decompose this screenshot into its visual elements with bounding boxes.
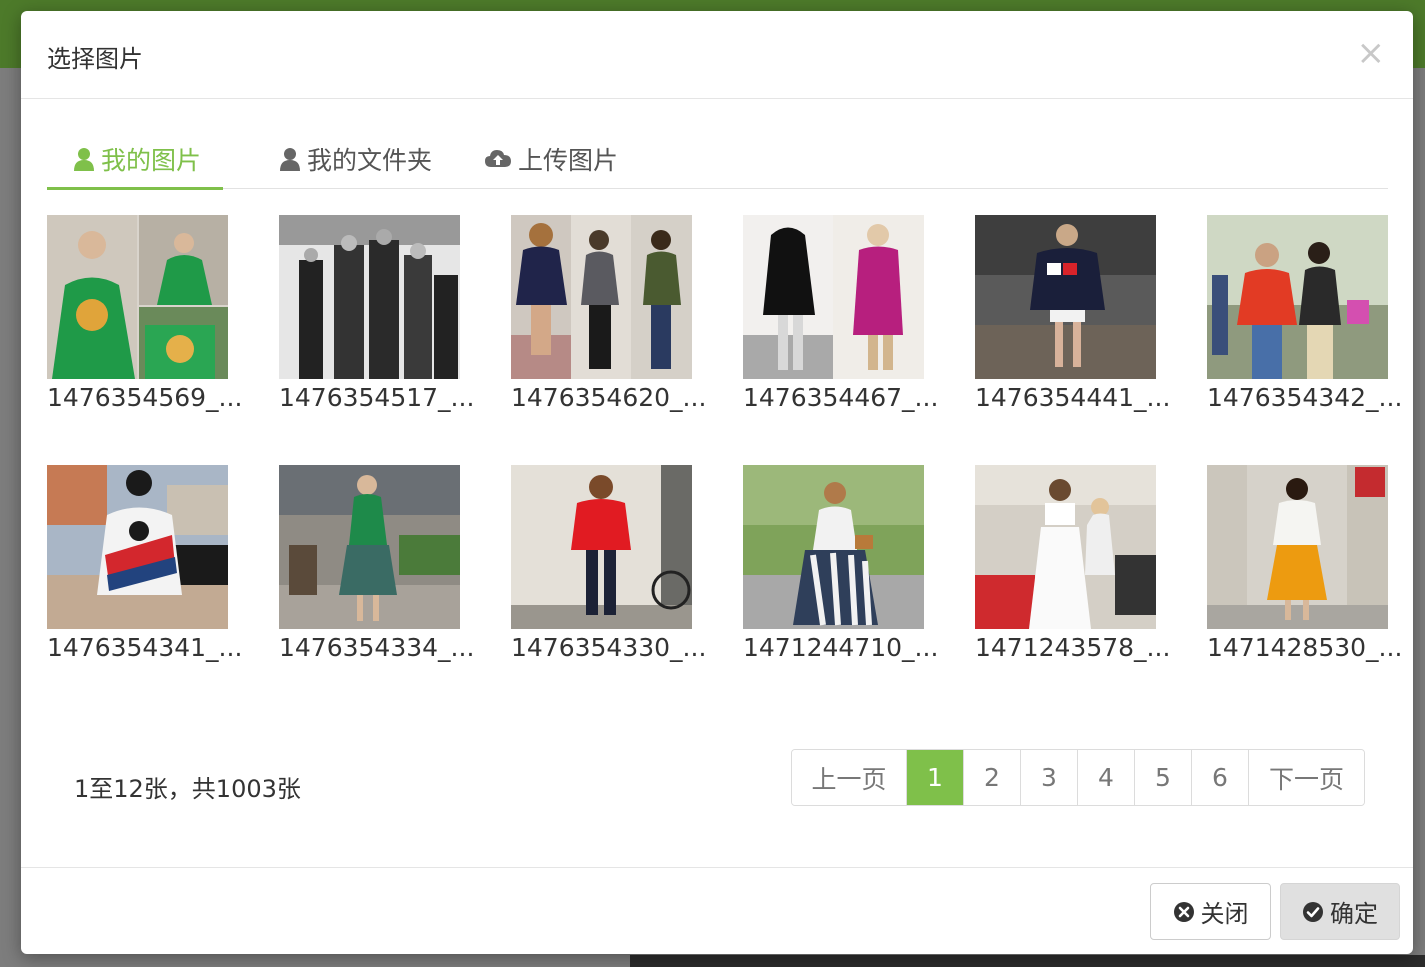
image-thumbnail bbox=[1207, 215, 1388, 379]
image-thumbnail bbox=[1207, 465, 1388, 629]
image-caption: 1476354620_... bbox=[511, 383, 707, 412]
pagination-page-2[interactable]: 2 bbox=[964, 750, 1021, 805]
image-item[interactable]: 1476354517_... bbox=[279, 215, 474, 415]
image-caption: 1476354441_... bbox=[975, 383, 1171, 412]
image-item[interactable]: 1476354569_... bbox=[47, 215, 242, 415]
confirm-button-label: 确定 bbox=[1330, 900, 1378, 928]
close-button-label: 关闭 bbox=[1200, 900, 1249, 928]
image-caption: 1471243578_... bbox=[975, 633, 1171, 662]
pagination-page-4[interactable]: 4 bbox=[1078, 750, 1135, 805]
image-thumbnail bbox=[975, 465, 1156, 629]
image-caption: 1476354334_... bbox=[279, 633, 475, 662]
cloud-upload-icon bbox=[485, 150, 511, 167]
modal-header: 选择图片 × bbox=[21, 11, 1413, 99]
background-strip bbox=[630, 955, 1425, 967]
image-thumbnail bbox=[47, 465, 228, 629]
image-caption: 1471244710_... bbox=[743, 633, 939, 662]
tab-my-folders[interactable]: 我的文件夹 bbox=[279, 129, 432, 189]
pagination: 上一页 1 2 3 4 5 6 下一页 bbox=[791, 749, 1365, 806]
image-item[interactable]: 1476354441_... bbox=[975, 215, 1170, 415]
pagination-range-text: 1至12张，共1003张 bbox=[74, 775, 301, 803]
image-caption: 1471428530_... bbox=[1207, 633, 1403, 662]
user-icon bbox=[280, 148, 300, 171]
image-item[interactable]: 1471244710_... bbox=[743, 465, 938, 665]
image-thumbnail bbox=[743, 465, 924, 629]
modal-title: 选择图片 bbox=[47, 45, 143, 73]
image-item[interactable]: 1476354467_... bbox=[743, 215, 938, 415]
image-caption: 1476354341_... bbox=[47, 633, 243, 662]
pagination-page-6[interactable]: 6 bbox=[1192, 750, 1249, 805]
image-item[interactable]: 1476354342_... bbox=[1207, 215, 1402, 415]
pagination-page-3[interactable]: 3 bbox=[1021, 750, 1078, 805]
close-button[interactable]: 关闭 bbox=[1150, 883, 1271, 940]
modal-footer: 关闭 确定 bbox=[21, 867, 1413, 954]
confirm-button[interactable]: 确定 bbox=[1280, 883, 1400, 940]
image-item[interactable]: 1471428530_... bbox=[1207, 465, 1402, 665]
image-caption: 1476354517_... bbox=[279, 383, 475, 412]
image-item[interactable]: 1476354334_... bbox=[279, 465, 474, 665]
pagination-next[interactable]: 下一页 bbox=[1249, 750, 1364, 805]
image-caption: 1476354569_... bbox=[47, 383, 243, 412]
image-item[interactable]: 1476354341_... bbox=[47, 465, 242, 665]
check-circle-icon bbox=[1303, 901, 1323, 922]
image-thumbnail bbox=[47, 215, 228, 379]
image-thumbnail bbox=[279, 215, 460, 379]
image-item[interactable]: 1476354620_... bbox=[511, 215, 706, 415]
pagination-page-1[interactable]: 1 bbox=[907, 750, 964, 805]
image-grid: 1476354569_... 1476354517_... 1476354620… bbox=[47, 215, 1402, 685]
image-thumbnail bbox=[511, 215, 692, 379]
tab-label: 我的文件夹 bbox=[307, 146, 433, 175]
tab-label: 上传图片 bbox=[518, 146, 619, 175]
close-icon[interactable]: × bbox=[1357, 33, 1386, 73]
pagination-prev[interactable]: 上一页 bbox=[792, 750, 907, 805]
image-caption: 1476354330_... bbox=[511, 633, 707, 662]
image-item[interactable]: 1471243578_... bbox=[975, 465, 1170, 665]
image-caption: 1476354467_... bbox=[743, 383, 939, 412]
image-item[interactable]: 1476354330_... bbox=[511, 465, 706, 665]
image-thumbnail bbox=[975, 215, 1156, 379]
tab-upload-image[interactable]: 上传图片 bbox=[484, 129, 618, 189]
image-thumbnail bbox=[511, 465, 692, 629]
pagination-page-5[interactable]: 5 bbox=[1135, 750, 1192, 805]
times-circle-icon bbox=[1173, 901, 1194, 922]
image-thumbnail bbox=[743, 215, 924, 379]
tab-label: 我的图片 bbox=[101, 146, 202, 175]
tab-my-images[interactable]: 我的图片 bbox=[47, 129, 223, 190]
select-image-modal: 选择图片 × 我的图片 我的文件夹 上传图片 1476354569_... 14… bbox=[21, 11, 1413, 954]
user-icon bbox=[74, 148, 94, 171]
image-caption: 1476354342_... bbox=[1207, 383, 1403, 412]
image-thumbnail bbox=[279, 465, 460, 629]
tab-bar: 我的图片 我的文件夹 上传图片 bbox=[47, 129, 1388, 190]
